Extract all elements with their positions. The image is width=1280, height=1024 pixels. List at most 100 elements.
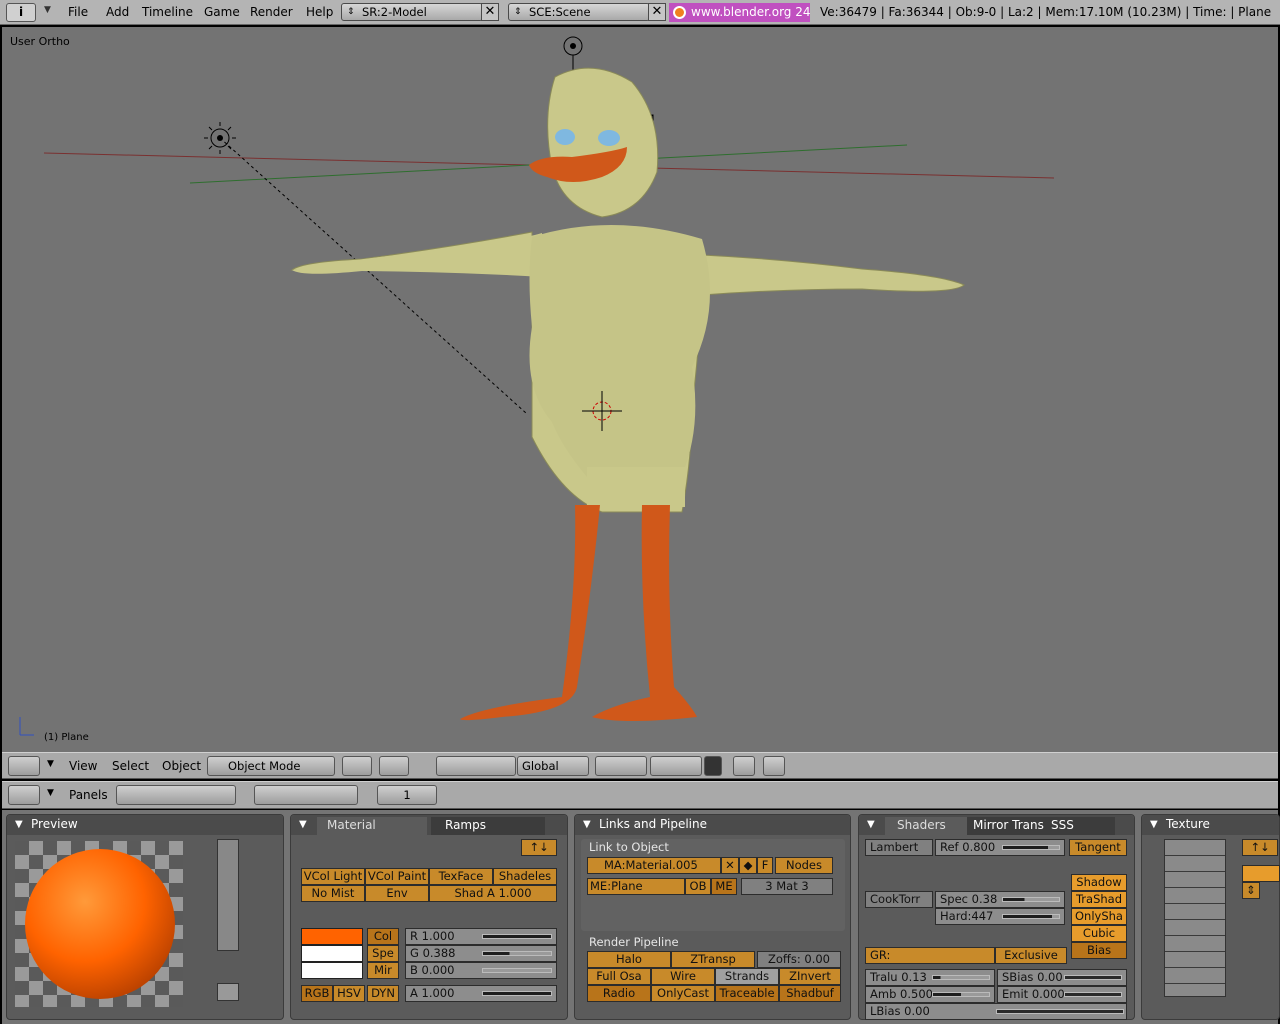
menu-help[interactable]: Help (306, 5, 333, 19)
tab-mirror-trans[interactable]: Mirror Trans (967, 817, 1047, 835)
ref-slider[interactable]: Ref 0.800 (935, 839, 1065, 856)
orientation-selector[interactable]: Global (517, 756, 589, 776)
render-preview-icon[interactable] (763, 756, 785, 776)
trashad-toggle[interactable]: TraShad (1071, 891, 1127, 908)
blue-slider[interactable]: B 0.000 (405, 962, 557, 979)
amb-slider[interactable]: Amb 0.500 (865, 986, 995, 1003)
tab-sss[interactable]: SSS (1047, 817, 1115, 835)
layer-buttons-a[interactable] (595, 756, 647, 776)
bias-toggle[interactable]: Bias (1071, 942, 1127, 959)
no-mist-toggle[interactable]: No Mist (301, 885, 365, 902)
material-index-field[interactable]: 3 Mat 3 (741, 878, 833, 895)
draw-type-button[interactable] (342, 756, 372, 776)
strands-button[interactable]: Strands (715, 968, 779, 985)
delete-scene-button[interactable]: ✕ (648, 3, 666, 21)
mesh-field[interactable]: ME:Plane (587, 878, 685, 895)
copy-paste-buttons[interactable]: ↑↓ (521, 839, 557, 856)
diffuse-shader-selector[interactable]: Lambert (865, 839, 933, 856)
preview-refresh-button[interactable] (217, 983, 239, 1001)
mir-swatch[interactable] (301, 962, 363, 979)
menu-timeline[interactable]: Timeline (142, 5, 193, 19)
menu-file[interactable]: File (68, 5, 88, 19)
frame-field[interactable]: 1 (377, 785, 437, 805)
auto-name-button[interactable]: ◆ (739, 857, 757, 874)
lbias-slider[interactable]: LBias 0.00 (865, 1003, 1127, 1020)
spe-swatch[interactable] (301, 945, 363, 962)
me-link-button[interactable]: ME (711, 878, 737, 895)
texface-toggle[interactable]: TexFace (429, 868, 493, 885)
screen-selector[interactable]: ⇕ SR:2-Model (341, 3, 483, 21)
col-button[interactable]: Col (367, 928, 399, 945)
col-swatch[interactable] (301, 928, 363, 945)
material-name-field[interactable]: MA:Material.005 (587, 857, 721, 874)
hard-slider[interactable]: Hard:447 (935, 908, 1065, 925)
group-field[interactable]: GR: (865, 947, 995, 964)
onlysha-toggle[interactable]: OnlySha (1071, 908, 1127, 925)
alpha-slider[interactable]: A 1.000 (405, 985, 557, 1002)
tab-ramps[interactable]: Ramps (431, 817, 545, 835)
full-osa-toggle[interactable]: Full Osa (587, 968, 651, 985)
menu-select[interactable]: Select (112, 759, 149, 773)
preview-type-buttons[interactable] (217, 839, 239, 951)
copy-paste-buttons[interactable]: ↑↓ (1242, 839, 1278, 856)
layer-buttons-b[interactable] (650, 756, 702, 776)
rgb-button[interactable]: RGB (301, 985, 333, 1002)
subcontext-buttons[interactable] (254, 785, 358, 805)
zinvert-toggle[interactable]: ZInvert (779, 968, 841, 985)
menu-add[interactable]: Add (106, 5, 129, 19)
pivot-button[interactable] (379, 756, 409, 776)
hsv-button[interactable]: HSV (333, 985, 365, 1002)
ob-link-button[interactable]: OB (685, 878, 711, 895)
tangent-toggle[interactable]: Tangent (1069, 839, 1127, 856)
spec-slider[interactable]: Spec 0.38 (935, 891, 1065, 908)
shadow-toggle[interactable]: Shadow (1071, 874, 1127, 891)
specular-shader-selector[interactable]: CookTorr (865, 891, 933, 908)
radio-toggle[interactable]: Radio (587, 985, 651, 1002)
env-toggle[interactable]: Env (365, 885, 429, 902)
vcol-light-toggle[interactable]: VCol Light (301, 868, 365, 885)
texture-browse-button[interactable]: ⇕ (1242, 882, 1260, 899)
onlycast-toggle[interactable]: OnlyCast (651, 985, 715, 1002)
dyn-button[interactable]: DYN (367, 985, 399, 1002)
chevron-down-icon[interactable]: ▼ (47, 788, 54, 798)
mir-button[interactable]: Mir (367, 962, 399, 979)
halo-toggle[interactable]: Halo (587, 951, 671, 968)
menu-object[interactable]: Object (162, 759, 201, 773)
zoffs-field[interactable]: Zoffs: 0.00 (757, 951, 841, 968)
shad-alpha-field[interactable]: Shad A 1.000 (429, 885, 557, 902)
delete-screen-button[interactable]: ✕ (481, 3, 499, 21)
tab-material[interactable]: Material (317, 817, 427, 835)
lock-layers-button[interactable] (704, 756, 722, 776)
spe-button[interactable]: Spe (367, 945, 399, 962)
texture-name-field[interactable] (1242, 865, 1280, 882)
shadbuf-toggle[interactable]: Shadbuf (779, 985, 841, 1002)
menu-game[interactable]: Game (204, 5, 240, 19)
editor-type-button[interactable] (8, 785, 40, 805)
green-slider[interactable]: G 0.388 (405, 945, 557, 962)
3d-viewport[interactable]: User Ortho (1) Plane (2, 27, 1278, 752)
website-link[interactable]: www.blender.org 246 (669, 3, 810, 22)
tab-shaders[interactable]: Shaders (885, 817, 967, 835)
scene-selector[interactable]: ⇕ SCE:Scene (508, 3, 650, 21)
cubic-toggle[interactable]: Cubic (1071, 925, 1127, 942)
sbias-slider[interactable]: SBias 0.00 (997, 969, 1127, 986)
context-buttons[interactable] (116, 785, 236, 805)
link-icon[interactable] (733, 756, 755, 776)
chevron-down-icon[interactable]: ▼ (47, 759, 54, 769)
panels-menu[interactable]: Panels (69, 788, 108, 802)
nodes-button[interactable]: Nodes (775, 857, 833, 874)
tralu-slider[interactable]: Tralu 0.13 (865, 969, 995, 986)
fake-user-button[interactable]: F (757, 857, 773, 874)
chevron-down-icon[interactable]: ▼ (44, 5, 51, 15)
traceable-toggle[interactable]: Traceable (715, 985, 779, 1002)
emit-slider[interactable]: Emit 0.000 (997, 986, 1127, 1003)
manipulator-toggle[interactable] (436, 756, 516, 776)
info-icon[interactable]: i (6, 3, 36, 22)
texture-channel-list[interactable] (1164, 839, 1226, 997)
editor-type-button[interactable] (8, 756, 40, 776)
mode-selector[interactable]: Object Mode (207, 756, 335, 776)
shadeless-toggle[interactable]: Shadeles (493, 868, 557, 885)
exclusive-toggle[interactable]: Exclusive (995, 947, 1067, 964)
menu-view[interactable]: View (69, 759, 97, 773)
wire-toggle[interactable]: Wire (651, 968, 715, 985)
